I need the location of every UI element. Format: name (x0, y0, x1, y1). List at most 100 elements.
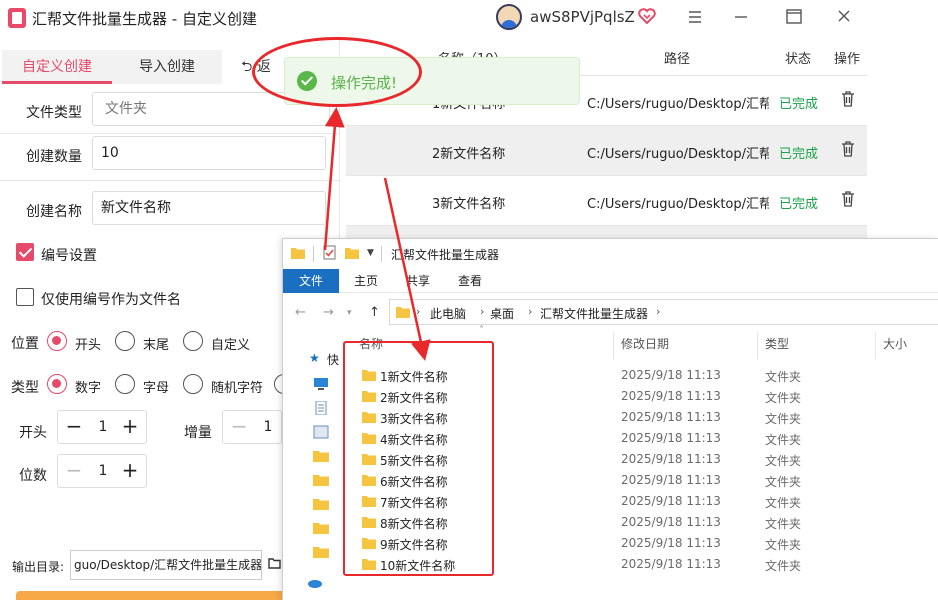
chevron-right-icon[interactable]: › (656, 305, 660, 318)
minus-icon[interactable]: − (60, 411, 88, 443)
row-name: 3新文件名称 (432, 197, 506, 212)
digits-value[interactable]: 1 (88, 455, 118, 487)
ribbon-tab-file[interactable]: 文件 (283, 269, 339, 293)
back-arrow-icon[interactable]: ← (295, 305, 306, 320)
name-label: 创建名称 (26, 204, 82, 220)
folder-icon (396, 307, 410, 318)
col-type-header[interactable]: 类型 (765, 335, 789, 357)
folder-icon[interactable] (313, 545, 329, 559)
minus-icon[interactable]: − (60, 455, 88, 487)
only-number-checkbox[interactable] (16, 288, 34, 306)
file-date: 2025/9/18 11:13 (621, 431, 721, 445)
increment-value[interactable]: 1 (253, 411, 283, 443)
count-label: 创建数量 (26, 149, 82, 165)
numbering-label: 编号设置 (41, 248, 97, 264)
address-bar[interactable]: › 此电脑 › 桌面 › 汇帮文件批量生成器 › (389, 299, 938, 325)
vip-heart-icon[interactable] (638, 8, 656, 24)
properties-icon[interactable] (323, 245, 337, 261)
start-create-button[interactable] (16, 591, 286, 600)
folder-icon[interactable] (313, 473, 329, 487)
title-bar: 汇帮文件批量生成器 - 自定义创建 awS8PVjPqlsZ (0, 0, 938, 36)
ribbon-tab-home[interactable]: 主页 (343, 269, 389, 293)
onedrive-icon[interactable] (307, 575, 323, 589)
up-arrow-icon[interactable]: ↑ (369, 305, 380, 320)
file-date: 2025/9/18 11:13 (621, 368, 721, 382)
new-folder-icon[interactable] (345, 246, 359, 260)
app-logo-icon (8, 8, 26, 28)
name-input[interactable]: 新文件名称 (92, 191, 326, 225)
col-date-header[interactable]: 修改日期 (621, 335, 669, 357)
col-size-header[interactable]: 大小 (883, 335, 907, 357)
increment-stepper[interactable]: − 1 (222, 410, 282, 444)
file-date: 2025/9/18 11:13 (621, 410, 721, 424)
close-icon[interactable] (831, 6, 857, 28)
numbering-checkbox[interactable] (16, 243, 34, 261)
row-status: 已完成 (779, 197, 819, 212)
user-name[interactable]: awS8PVjPqlsZ (530, 8, 635, 26)
trash-icon[interactable] (841, 141, 855, 157)
tab-custom-create[interactable]: 自定义创建 (2, 50, 112, 84)
file-type: 文件夹 (765, 517, 802, 531)
output-dir-label: 输出目录: (12, 560, 65, 574)
increment-label: 增量 (184, 425, 212, 441)
maximize-icon[interactable] (781, 6, 807, 28)
minus-icon[interactable]: − (225, 411, 253, 443)
table-row[interactable]: 3新文件名称 C:/Users/ruguo/Desktop/汇帮文 已完成 (346, 176, 867, 226)
folder-open-icon[interactable] (268, 556, 282, 570)
output-dir-input[interactable]: guo/Desktop/汇帮文件批量生成器 (70, 550, 262, 580)
ribbon-tabs: 文件 主页 共享 查看 (283, 269, 938, 293)
start-label: 开头 (19, 425, 47, 441)
folder-icon[interactable] (313, 521, 329, 535)
position-start-radio[interactable] (47, 331, 67, 351)
start-stepper[interactable]: − 1 + (57, 410, 147, 444)
folder-icon[interactable] (313, 497, 329, 511)
row-status: 已完成 (779, 97, 819, 112)
star-icon[interactable]: ★ (309, 351, 320, 365)
position-custom-radio[interactable] (183, 331, 203, 351)
user-avatar[interactable] (496, 4, 522, 30)
file-type: 文件夹 (765, 370, 802, 384)
breadcrumb-folder[interactable]: 汇帮文件批量生成器 (540, 305, 648, 322)
trash-icon[interactable] (841, 91, 855, 107)
recent-dropdown-icon[interactable]: ▾ (347, 308, 352, 318)
pictures-icon[interactable] (313, 425, 329, 439)
desktop-icon[interactable] (313, 377, 329, 391)
column-divider[interactable] (613, 333, 614, 359)
column-divider[interactable] (875, 333, 876, 359)
column-divider[interactable] (757, 333, 758, 359)
breadcrumb-desktop[interactable]: 桌面 (490, 305, 514, 322)
position-label: 位置 (11, 336, 39, 352)
tab-import-create[interactable]: 导入创建 (112, 50, 222, 84)
plus-icon[interactable]: + (116, 455, 144, 487)
table-row[interactable]: 2新文件名称 C:/Users/ruguo/Desktop/汇帮文 已完成 (346, 126, 867, 176)
digits-stepper[interactable]: − 1 + (57, 454, 147, 488)
type-label: 类型 (11, 380, 39, 396)
chevron-right-icon[interactable]: › (528, 305, 532, 318)
menu-icon[interactable] (682, 6, 708, 28)
chevron-right-icon[interactable]: › (480, 305, 484, 318)
file-date: 2025/9/18 11:13 (621, 557, 721, 571)
folder-icon[interactable] (313, 449, 329, 463)
ribbon-tab-view[interactable]: 查看 (447, 269, 493, 293)
plus-icon[interactable]: + (116, 411, 144, 443)
ribbon-tab-share[interactable]: 共享 (395, 269, 441, 293)
position-end-label: 末尾 (143, 338, 170, 353)
col-status-header[interactable]: 状态 (785, 48, 811, 67)
nav-quick-access[interactable]: 快 (327, 351, 339, 368)
count-input[interactable]: 10 (92, 136, 326, 170)
position-end-radio[interactable] (115, 331, 135, 351)
trash-icon[interactable] (841, 191, 855, 207)
forward-arrow-icon[interactable]: → (323, 305, 334, 320)
type-random-radio[interactable] (183, 374, 203, 394)
start-value[interactable]: 1 (88, 411, 118, 443)
document-icon[interactable] (313, 401, 329, 415)
type-digit-radio[interactable] (47, 374, 67, 394)
divider (313, 246, 314, 262)
minimize-icon[interactable] (728, 6, 754, 28)
type-letter-radio[interactable] (115, 374, 135, 394)
col-path-header[interactable]: 路径 (664, 48, 690, 67)
chevron-down-icon[interactable]: ▼ (367, 248, 374, 258)
divider (0, 180, 340, 181)
breadcrumb-this-pc[interactable]: 此电脑 (430, 305, 466, 322)
chevron-right-icon[interactable]: › (416, 305, 420, 318)
